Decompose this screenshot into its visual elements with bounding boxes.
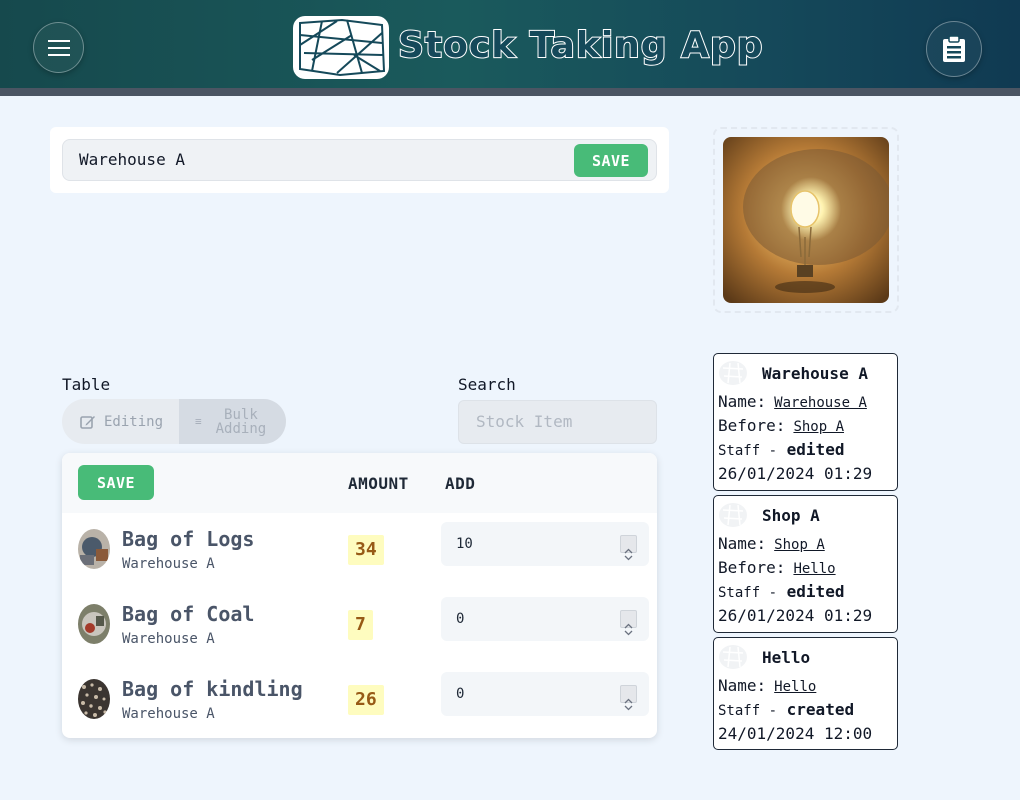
history-before-line: Before: Shop A — [718, 416, 844, 435]
box-logo-icon — [719, 361, 747, 385]
history-card-header: Hello — [718, 644, 810, 670]
table-section-label: Table — [62, 375, 111, 394]
item-location: Warehouse A — [122, 631, 215, 647]
column-header-amount: AMOUNT — [348, 474, 409, 493]
table-header: SAVE AMOUNT ADD — [62, 453, 657, 513]
history-name-line: Name: Warehouse A — [718, 392, 867, 411]
history-name-line: Name: Hello — [718, 676, 816, 695]
item-avatar — [78, 529, 110, 569]
history-timestamp: 26/01/2024 01:29 — [718, 464, 873, 483]
bulk-adding-label-line2: Adding — [215, 420, 267, 437]
history-timestamp: 24/01/2024 12:00 — [718, 724, 873, 743]
history-title: Warehouse A — [762, 363, 868, 383]
history-before-link[interactable]: Shop A — [793, 419, 844, 435]
stepper-arrows-icon — [624, 698, 633, 711]
history-card: Shop A Name: Shop A Before: Hello Staff - … — [713, 495, 898, 633]
item-name: Bag of Logs — [122, 527, 255, 551]
header-divider — [0, 88, 1020, 96]
clipboard-button[interactable] — [926, 21, 982, 77]
location-save-button[interactable]: SAVE — [574, 144, 648, 177]
add-quantity-value: 0 — [456, 611, 465, 627]
stock-table: SAVE AMOUNT ADD Bag of Logs Warehouse A … — [62, 453, 657, 738]
history-title: Shop A — [762, 505, 820, 525]
history-action: edited — [786, 582, 845, 601]
history-action-line: Staff - edited — [718, 440, 844, 459]
bulk-adding-mode-button[interactable]: ≡ Bulk Adding — [179, 399, 286, 444]
history-before-link[interactable]: Hello — [793, 561, 835, 577]
column-header-add: ADD — [445, 474, 476, 493]
history-name-label: Name: — [718, 676, 767, 695]
table-save-button[interactable]: SAVE — [78, 465, 154, 500]
table-row: Bag of Logs Warehouse A 34 10 — [62, 513, 657, 588]
amount-badge: 34 — [348, 535, 384, 565]
location-image-dropzone[interactable] — [713, 127, 899, 313]
add-quantity-input[interactable]: 0 — [441, 597, 649, 641]
history-before-line: Before: Hello — [718, 558, 836, 577]
amount-badge: 7 — [348, 610, 373, 640]
item-name: Bag of kindling — [122, 677, 303, 701]
app-header: Stock Taking App — [0, 0, 1020, 88]
quantity-stepper[interactable] — [620, 610, 637, 636]
history-name-link[interactable]: Warehouse A — [774, 395, 867, 411]
item-name: Bag of Coal — [122, 602, 255, 626]
table-row: Bag of kindling Warehouse A 26 0 — [62, 663, 657, 738]
box-logo-icon — [292, 15, 390, 80]
history-action-line: Staff - edited — [718, 582, 844, 601]
history-action: edited — [786, 440, 845, 459]
history-card-header: Warehouse A — [718, 360, 868, 386]
stepper-arrows-icon — [624, 548, 633, 561]
history-before-label: Before: — [718, 416, 786, 435]
clipboard-icon — [943, 35, 965, 62]
history-card: Warehouse A Name: Warehouse A Before: Shop… — [713, 353, 898, 491]
history-staff: Staff - — [718, 703, 778, 719]
add-quantity-value: 10 — [456, 536, 473, 552]
history-action: created — [786, 700, 855, 719]
editing-mode-button[interactable]: Editing — [62, 399, 179, 444]
history-staff: Staff - — [718, 585, 778, 601]
mode-toggle: Editing ≡ Bulk Adding — [62, 399, 286, 444]
amount-badge: 26 — [348, 685, 384, 715]
history-title: Hello — [762, 647, 811, 667]
history-name-label: Name: — [718, 534, 767, 553]
table-row: Bag of Coal Warehouse A 7 0 — [62, 588, 657, 663]
history-name-link[interactable]: Hello — [774, 679, 816, 695]
location-image — [723, 137, 889, 303]
box-logo-icon — [719, 503, 747, 527]
list-icon: ≡ — [195, 414, 202, 428]
editing-mode-label: Editing — [104, 413, 164, 430]
history-staff: Staff - — [718, 443, 778, 459]
add-quantity-input[interactable]: 10 — [441, 522, 649, 566]
quantity-stepper[interactable] — [620, 685, 637, 711]
search-label: Search — [458, 375, 516, 394]
item-location: Warehouse A — [122, 556, 215, 572]
app-title: Stock Taking App — [397, 24, 764, 67]
history-name-line: Name: Shop A — [718, 534, 825, 553]
item-avatar — [78, 679, 110, 719]
history-action-line: Staff - created — [718, 700, 854, 719]
quantity-stepper[interactable] — [620, 535, 637, 561]
add-quantity-value: 0 — [456, 686, 465, 702]
edit-icon — [80, 415, 95, 429]
hamburger-menu-icon — [47, 39, 70, 56]
menu-button[interactable] — [33, 22, 84, 73]
history-before-label: Before: — [718, 558, 786, 577]
add-quantity-input[interactable]: 0 — [441, 672, 649, 716]
history-name-label: Name: — [718, 392, 767, 411]
history-timestamp: 26/01/2024 01:29 — [718, 606, 873, 625]
location-card: Warehouse A SAVE — [50, 127, 669, 193]
history-card: Hello Name: Hello Staff - created 24/01/2… — [713, 637, 898, 750]
item-avatar — [78, 604, 110, 644]
search-input[interactable]: Stock Item — [458, 400, 657, 444]
box-logo-icon — [719, 645, 747, 669]
item-location: Warehouse A — [122, 706, 215, 722]
history-card-header: Shop A — [718, 502, 820, 528]
history-name-link[interactable]: Shop A — [774, 537, 825, 553]
location-name-input[interactable]: Warehouse A — [62, 139, 657, 181]
stepper-arrows-icon — [624, 623, 633, 636]
